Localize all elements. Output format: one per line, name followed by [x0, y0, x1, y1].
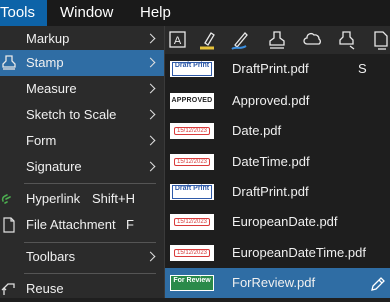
stamp-list: Draft Print DraftPrint.pdf S APPROVED Ap…	[165, 54, 390, 298]
stamp-name: EuropeanDate.pdf	[232, 214, 338, 229]
stamp-thumbnail: Draft Print	[170, 61, 214, 77]
hyperlink-icon	[1, 194, 11, 204]
menu-separator	[24, 273, 156, 274]
menu-item-toolbars[interactable]: Toolbars	[0, 244, 164, 270]
stamp-thumbnail: 15/12/2023	[170, 245, 214, 261]
stamp-name: ForReview.pdf	[232, 275, 316, 290]
menu-item-label: Hyperlink	[26, 191, 81, 206]
stamp-thumb-text: Draft Print	[174, 185, 210, 192]
menu-item-label: Measure	[26, 81, 77, 96]
chevron-right-icon	[145, 135, 156, 146]
file-attachment-icon	[3, 217, 15, 233]
stamp-thumb-text: 15/12/2023	[176, 250, 208, 256]
stamp-hotkey: S	[358, 61, 367, 76]
text-box-letter: A	[174, 35, 182, 47]
menu-item-stamp[interactable]: Stamp	[0, 50, 164, 76]
pencil-icon[interactable]	[369, 275, 387, 293]
stamp-name: DraftPrint.pdf	[232, 61, 309, 76]
menu-item-markup[interactable]: Markup	[0, 26, 164, 52]
cloud-icon[interactable]	[301, 29, 325, 51]
more-icon[interactable]	[369, 29, 390, 51]
menu-tools[interactable]: Tools	[0, 0, 47, 26]
menu-item-reuse[interactable]: Reuse	[0, 276, 164, 302]
menu-item-label: Signature	[26, 159, 82, 174]
chevron-right-icon	[145, 109, 156, 120]
menu-separator	[24, 183, 156, 184]
menu-item-sketch-to-scale[interactable]: Sketch to Scale	[0, 102, 164, 128]
stamp-thumb-text: 15/12/2023	[176, 128, 208, 134]
stamp-thumb-text: Draft Print	[174, 62, 210, 69]
menu-item-label: Form	[26, 133, 57, 148]
stamp-item-draftprint[interactable]: Draft Print DraftPrint.pdf S	[165, 54, 390, 84]
stamp-name: Date.pdf	[232, 123, 282, 138]
stamp-name: DraftPrint.pdf	[232, 184, 309, 199]
pen-icon[interactable]	[229, 29, 253, 51]
tools-dropdown-menu: Markup Stamp Measure Sketch to Scale For…	[0, 26, 165, 298]
stamp-thumbnail: APPROVED	[170, 93, 214, 109]
stamp-thumb-text: For Review	[173, 277, 211, 284]
stamp-thumbnail: 15/12/2023	[170, 154, 214, 170]
shortcut-text: Shift+H	[92, 191, 135, 206]
stamp-item-date[interactable]: 15/12/2023 Date.pdf	[165, 116, 390, 146]
stamp-name: Approved.pdf	[232, 93, 310, 108]
menu-separator	[24, 242, 156, 243]
stamp-name: EuropeanDateTime.pdf	[232, 245, 366, 260]
menu-item-hyperlink[interactable]: Hyperlink Shift+H	[0, 186, 164, 212]
menu-item-label: Stamp	[26, 55, 64, 70]
stamp-thumbnail: 15/12/2023	[170, 214, 214, 230]
text-box-icon[interactable]: A	[167, 29, 191, 51]
menu-item-label: Reuse	[26, 281, 64, 296]
chevron-right-icon	[145, 161, 156, 172]
markup-toolbar: A	[165, 26, 390, 54]
chevron-right-icon	[145, 251, 156, 262]
menu-item-measure[interactable]: Measure	[0, 76, 164, 102]
menu-item-signature[interactable]: Signature	[0, 154, 164, 180]
chevron-right-icon	[145, 83, 156, 94]
stamp-thumbnail: Draft Print	[170, 184, 214, 200]
menu-item-file-attachment[interactable]: File Attachment F	[0, 212, 164, 238]
menu-item-label: Sketch to Scale	[26, 107, 117, 122]
stamp-alt-icon[interactable]	[335, 29, 359, 51]
stamp-thumb-text: 15/12/2023	[176, 159, 208, 165]
stamp-item-europeandatetime[interactable]: 15/12/2023 EuropeanDateTime.pdf	[165, 238, 390, 268]
stamp-icon[interactable]	[265, 29, 289, 51]
chevron-right-icon	[145, 33, 156, 44]
menu-help[interactable]: Help	[140, 0, 171, 26]
stamp-item-europeandate[interactable]: 15/12/2023 EuropeanDate.pdf	[165, 207, 390, 237]
stamp-thumb-text: APPROVED	[171, 97, 213, 104]
stamp-item-draftprint-2[interactable]: Draft Print DraftPrint.pdf	[165, 177, 390, 207]
menu-item-form[interactable]: Form	[0, 128, 164, 154]
stamp-thumbnail: 15/12/2023	[170, 123, 214, 139]
reuse-icon	[1, 283, 15, 295]
menu-item-label: Toolbars	[26, 249, 76, 264]
stamp-icon	[2, 55, 16, 70]
stamp-thumbnail: For Review	[170, 275, 214, 291]
stamp-item-datetime[interactable]: 15/12/2023 DateTime.pdf	[165, 147, 390, 177]
stamp-item-approved[interactable]: APPROVED Approved.pdf	[165, 86, 390, 116]
menu-item-label: File Attachment	[26, 217, 116, 232]
stamp-thumb-text: 15/12/2023	[176, 219, 208, 225]
stamp-name: DateTime.pdf	[232, 154, 310, 169]
menu-bar: Tools Window Help	[0, 0, 390, 26]
stamp-item-forreview[interactable]: For Review ForReview.pdf	[165, 268, 390, 298]
menu-window[interactable]: Window	[60, 0, 113, 26]
highlighter-icon[interactable]	[197, 29, 221, 51]
menu-item-label: Markup	[26, 31, 70, 46]
chevron-right-icon	[145, 57, 156, 68]
shortcut-text: F	[126, 217, 134, 232]
